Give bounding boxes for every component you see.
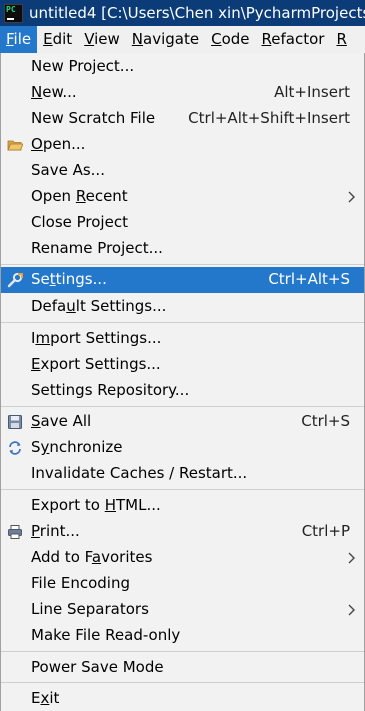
menu-bar: File Edit View Navigate Code Refactor R	[0, 26, 365, 53]
menu-item-open[interactable]: Open...	[1, 132, 364, 158]
menu-item-exit[interactable]: Exit	[1, 686, 364, 711]
menu-separator	[1, 264, 364, 265]
menu-item-import-settings[interactable]: Import Settings...	[1, 326, 364, 352]
shortcut-label: Ctrl+Alt+Shift+Insert	[188, 109, 350, 127]
menu-separator	[1, 489, 364, 490]
shortcut-label: Ctrl+S	[301, 412, 350, 430]
menu-item-export-html[interactable]: Export to HTML...	[1, 493, 364, 519]
menu-item-settings[interactable]: Settings... Ctrl+Alt+S	[1, 267, 364, 293]
floppy-disk-icon	[8, 415, 22, 429]
menu-item-print[interactable]: Print... Ctrl+P	[1, 519, 364, 545]
menu-item-export-settings[interactable]: Export Settings...	[1, 352, 364, 378]
menu-item-new-project[interactable]: New Project...	[1, 54, 364, 80]
menu-item-save-all[interactable]: Save All Ctrl+S	[1, 409, 364, 435]
wrench-icon	[7, 272, 23, 288]
menu-view[interactable]: View	[78, 26, 126, 53]
menu-edit[interactable]: Edit	[37, 26, 78, 53]
menu-navigate[interactable]: Navigate	[126, 26, 205, 53]
window-title-bar: PC untitled4 [C:\Users\Chen xin\PycharmP…	[0, 0, 365, 26]
menu-item-line-separators[interactable]: Line Separators	[1, 597, 364, 623]
menu-item-settings-repository[interactable]: Settings Repository...	[1, 378, 364, 404]
menu-item-power-save-mode[interactable]: Power Save Mode	[1, 655, 364, 681]
shortcut-label: Alt+Insert	[274, 83, 350, 101]
menu-item-invalidate-caches[interactable]: Invalidate Caches / Restart...	[1, 461, 364, 487]
menu-item-make-read-only[interactable]: Make File Read-only	[1, 623, 364, 649]
printer-icon	[8, 525, 22, 539]
chevron-right-icon	[348, 552, 355, 564]
menu-item-add-to-favorites[interactable]: Add to Favorites	[1, 545, 364, 571]
pycharm-icon: PC	[4, 3, 23, 23]
menu-item-rename-project[interactable]: Rename Project...	[1, 236, 364, 262]
folder-icon	[7, 140, 23, 151]
menu-file[interactable]: File	[0, 26, 38, 53]
menu-separator	[1, 651, 364, 652]
menu-code[interactable]: Code	[205, 26, 255, 53]
menu-separator	[1, 682, 364, 683]
menu-item-save-as[interactable]: Save As...	[1, 158, 364, 184]
menu-item-close-project[interactable]: Close Project	[1, 210, 364, 236]
menu-item-open-recent[interactable]: Open Recent	[1, 184, 364, 210]
menu-separator	[1, 406, 364, 407]
menu-refactor[interactable]: Refactor	[256, 26, 331, 53]
chevron-right-icon	[348, 604, 355, 616]
file-menu-dropdown: New Project... New... Alt+Insert New Scr…	[0, 53, 365, 711]
menu-item-new-scratch-file[interactable]: New Scratch File Ctrl+Alt+Shift+Insert	[1, 106, 364, 132]
shortcut-label: Ctrl+Alt+S	[268, 270, 350, 288]
window-title: untitled4 [C:\Users\Chen xin\PycharmProj…	[29, 4, 365, 22]
menu-item-synchronize[interactable]: Synchronize	[1, 435, 364, 461]
menu-item-file-encoding[interactable]: File Encoding	[1, 571, 364, 597]
menu-item-default-settings[interactable]: Default Settings...	[1, 294, 364, 320]
sync-icon	[9, 441, 21, 455]
menu-item-new[interactable]: New... Alt+Insert	[1, 80, 364, 106]
shortcut-label: Ctrl+P	[301, 522, 350, 540]
menu-run[interactable]: R	[330, 26, 352, 53]
chevron-right-icon	[348, 191, 355, 203]
menu-separator	[1, 322, 364, 323]
